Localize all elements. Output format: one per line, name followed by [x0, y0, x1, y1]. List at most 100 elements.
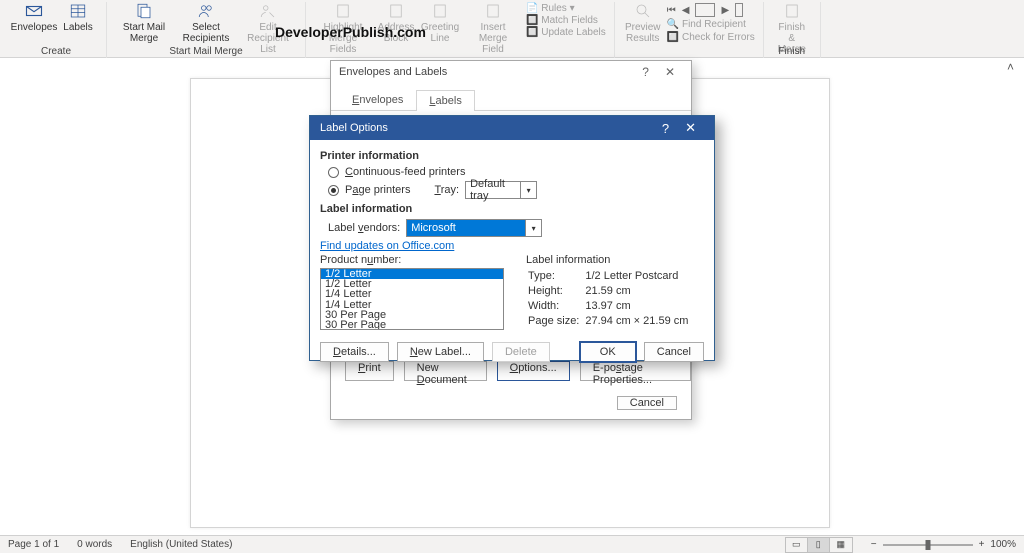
ribbon-group-create: Envelopes Labels Create — [6, 2, 107, 58]
label-options-dialog: Label Options ? ✕ Printer information Co… — [309, 115, 715, 361]
highlight-icon — [334, 2, 352, 20]
width-value: 13.97 cm — [585, 300, 692, 313]
height-value: 21.59 cm — [585, 285, 692, 298]
find-recipient-label: Find Recipient — [682, 19, 746, 30]
delete-button: Delete — [492, 342, 550, 362]
preview-results-button: Preview Results — [621, 2, 665, 44]
radio-icon — [328, 167, 339, 178]
find-updates-link[interactable]: Find updates on Office.com — [320, 240, 454, 252]
dlg1-footer: Cancel — [617, 397, 677, 409]
prev-record-icon: ◀ — [682, 5, 690, 16]
greeting-line-label: Greeting Line — [421, 22, 459, 44]
preview-results-label: Preview Results — [625, 22, 661, 44]
height-key: Height: — [528, 285, 583, 298]
first-record-icon: ⏮ — [667, 5, 676, 16]
vendor-select[interactable]: Microsoft ▾ — [406, 219, 542, 237]
dlg1-titlebar: Envelopes and Labels ? ✕ — [331, 61, 691, 83]
mail-merge-icon — [135, 2, 153, 20]
envelopes-label: Envelopes — [11, 22, 58, 33]
tray-label: Tray: — [434, 184, 459, 196]
word-count[interactable]: 0 words — [77, 539, 112, 550]
ribbon-group-preview: Preview Results ⏮ ◀ ▶ 🔍 Find Recipient 🔲… — [615, 2, 764, 58]
zoom-thumb[interactable] — [925, 540, 930, 550]
dlg1-cancel-button[interactable]: Cancel — [617, 396, 677, 410]
ribbon-group-finish: Finish & Merge Finish — [764, 2, 821, 58]
zoom-value[interactable]: 100% — [990, 539, 1016, 550]
dlg1-help-button[interactable]: ? — [634, 65, 657, 79]
preview-icon — [634, 2, 652, 20]
check-errors-button: 🔲 Check for Errors — [667, 32, 755, 43]
product-number-label: Product number: — [320, 254, 504, 266]
envelopes-button[interactable]: Envelopes — [12, 2, 56, 33]
insert-merge-field-button: Insert Merge Field — [462, 2, 524, 55]
radio-page-printers[interactable]: Page printers Tray: Default tray ▾ — [328, 181, 704, 199]
group-create-label: Create — [6, 46, 106, 57]
zoom-out-button[interactable]: − — [871, 539, 877, 550]
page-size-value: 27.94 cm × 21.59 cm — [585, 315, 692, 328]
update-labels-button: 🔲 Update Labels — [526, 27, 606, 38]
dlg2-close-button[interactable]: ✕ — [677, 120, 704, 136]
vendor-value: Microsoft — [407, 222, 474, 234]
edit-list-icon — [259, 2, 277, 20]
status-bar: Page 1 of 1 0 words English (United Stat… — [0, 535, 1024, 553]
labels-label: Labels — [63, 22, 92, 33]
tray-select[interactable]: Default tray ▾ — [465, 181, 537, 199]
chevron-down-icon: ▾ — [525, 220, 541, 236]
details-button[interactable]: Details... — [320, 342, 389, 362]
radio-cont-feed[interactable]: Continuous-feed printers — [328, 166, 704, 178]
rules-label: Rules — [541, 3, 567, 14]
page-size-key: Page size: — [528, 315, 583, 328]
product-number-list[interactable]: 1/2 Letter 1/2 Letter 1/4 Letter 1/4 Let… — [320, 268, 504, 330]
width-key: Width: — [528, 300, 583, 313]
group-start-merge-label: Start Mail Merge — [107, 46, 305, 57]
tab-envelopes[interactable]: Envelopes — [339, 89, 416, 110]
chevron-down-icon: ▾ — [520, 182, 536, 198]
zoom-control: − + 100% — [871, 539, 1016, 550]
dlg2-footer: Details... New Label... Delete OK Cancel — [310, 336, 714, 368]
last-record-icon — [735, 3, 743, 17]
zoom-in-button[interactable]: + — [979, 539, 985, 550]
next-record-icon: ▶ — [721, 5, 729, 16]
label-info-subhead: Label information — [526, 254, 694, 266]
printer-info-heading: Printer information — [320, 150, 704, 162]
brand-watermark: DeveloperPublish.com — [275, 24, 426, 40]
envelope-icon — [25, 2, 43, 20]
rules-button: 📄 Rules ▾ — [526, 3, 606, 14]
record-field — [695, 3, 715, 17]
collapse-ribbon-icon[interactable]: ˄ — [1007, 60, 1014, 74]
dlg2-titlebar: Label Options ? ✕ — [310, 116, 714, 140]
ok-button[interactable]: OK — [580, 342, 636, 362]
match-fields-button: 🔲 Match Fields — [526, 15, 606, 26]
list-item[interactable]: 30 Per Page — [321, 320, 503, 330]
greeting-icon — [431, 2, 449, 20]
ribbon: Envelopes Labels Create Start Mail Merge… — [0, 0, 1024, 58]
dlg1-tabs: Envelopes Labels — [331, 89, 691, 111]
language-indicator[interactable]: English (United States) — [130, 539, 232, 550]
vendors-label: Label vendors: — [328, 222, 400, 234]
dlg2-cancel-button[interactable]: Cancel — [644, 342, 704, 362]
read-mode-button[interactable]: ▭ — [786, 538, 808, 552]
new-label-button[interactable]: New Label... — [397, 342, 484, 362]
view-buttons: ▭ ▯ ▦ — [785, 537, 853, 553]
dlg2-help-button[interactable]: ? — [654, 121, 677, 136]
zoom-slider[interactable] — [883, 544, 973, 546]
address-block-icon — [387, 2, 405, 20]
radio-icon-checked — [328, 185, 339, 196]
recipients-icon — [197, 2, 215, 20]
dlg1-title-text: Envelopes and Labels — [339, 66, 447, 78]
dlg1-close-button[interactable]: ✕ — [657, 65, 683, 79]
web-layout-button[interactable]: ▦ — [830, 538, 852, 552]
page-indicator[interactable]: Page 1 of 1 — [8, 539, 59, 550]
check-errors-label: Check for Errors — [682, 32, 755, 43]
update-labels-label: Update Labels — [541, 27, 606, 38]
type-value: 1/2 Letter Postcard — [585, 270, 692, 283]
insert-merge-field-label: Insert Merge Field — [466, 22, 520, 55]
print-layout-button[interactable]: ▯ — [808, 538, 830, 552]
label-info-heading: Label information — [320, 203, 704, 215]
start-mail-merge-label: Start Mail Merge — [123, 22, 165, 44]
labels-icon — [69, 2, 87, 20]
labels-button[interactable]: Labels — [56, 2, 100, 33]
dlg2-title-text: Label Options — [320, 122, 388, 134]
tab-labels[interactable]: Labels — [416, 90, 474, 111]
select-recipients-label: Select Recipients — [183, 22, 230, 44]
